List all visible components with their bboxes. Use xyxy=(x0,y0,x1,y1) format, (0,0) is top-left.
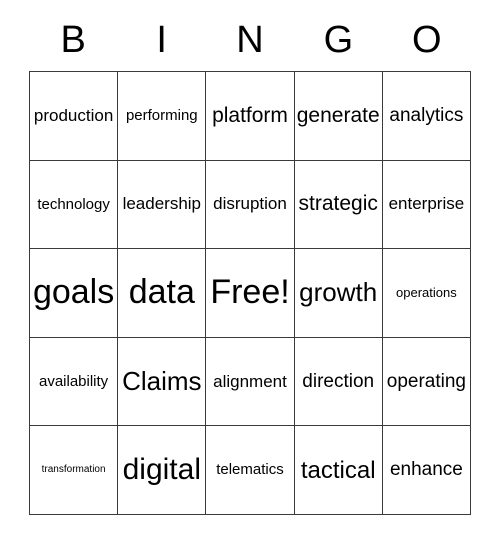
bingo-cell-i3[interactable]: data xyxy=(118,249,207,338)
bingo-cell-label: operations xyxy=(396,285,457,301)
bingo-cell-label: disruption xyxy=(213,194,287,214)
header-letter-i: I xyxy=(156,19,167,61)
bingo-cell-label: platform xyxy=(212,103,288,127)
bingo-cell-g2[interactable]: strategic xyxy=(294,160,383,250)
header-letter-n: N xyxy=(236,19,264,61)
bingo-cell-label: enhance xyxy=(389,459,463,481)
bingo-cell-label: operating xyxy=(386,370,466,392)
bingo-cell-b5[interactable]: transformation xyxy=(30,426,119,515)
bingo-cell-free-space[interactable]: Free! xyxy=(206,249,295,338)
bingo-cell-label: enterprise xyxy=(388,194,465,214)
bingo-cell-label: production xyxy=(33,105,114,125)
bingo-cell-g1[interactable]: generate xyxy=(294,72,383,161)
bingo-cell-label: growth xyxy=(299,277,378,308)
bingo-cell-g4[interactable]: direction xyxy=(294,337,383,427)
bingo-cell-g5[interactable]: tactical xyxy=(294,426,383,515)
bingo-header: B I N G O xyxy=(29,14,471,66)
bingo-cell-g3[interactable]: growth xyxy=(294,249,383,338)
bingo-cell-b1[interactable]: production xyxy=(30,72,119,161)
header-letter-b: B xyxy=(60,19,86,61)
header-letter-o: O xyxy=(412,19,442,61)
bingo-cell-label: data xyxy=(128,273,195,312)
bingo-cell-i5[interactable]: digital xyxy=(118,426,207,515)
bingo-cell-label: strategic xyxy=(298,192,378,216)
bingo-cell-label: alignment xyxy=(213,371,287,391)
bingo-cell-i1[interactable]: performing xyxy=(118,72,207,161)
bingo-cell-label: transformation xyxy=(41,463,106,475)
bingo-cell-o3[interactable]: operations xyxy=(382,249,471,338)
bingo-cell-n1[interactable]: platform xyxy=(206,72,295,161)
bingo-cell-label: direction xyxy=(302,370,375,392)
bingo-cell-n5[interactable]: telematics xyxy=(206,426,295,515)
bingo-cell-label: Claims xyxy=(122,365,202,396)
free-space-label: Free! xyxy=(210,273,290,312)
bingo-cell-b2[interactable]: technology xyxy=(30,160,119,250)
bingo-cell-o1[interactable]: analytics xyxy=(382,72,471,161)
bingo-cell-label: technology xyxy=(37,195,110,213)
bingo-cell-o5[interactable]: enhance xyxy=(382,426,471,515)
bingo-cell-label: tactical xyxy=(300,456,376,484)
bingo-cell-b3[interactable]: goals xyxy=(30,249,119,338)
bingo-grid: production performing platform generate … xyxy=(29,71,471,515)
bingo-cell-b4[interactable]: availability xyxy=(30,337,119,427)
bingo-card: B I N G O production performing platform… xyxy=(0,0,500,544)
bingo-cell-i2[interactable]: leadership xyxy=(118,160,207,250)
bingo-cell-label: goals xyxy=(32,273,115,312)
bingo-cell-label: generate xyxy=(296,103,380,127)
header-letter-g: G xyxy=(323,19,354,61)
bingo-cell-o4[interactable]: operating xyxy=(382,337,471,427)
bingo-cell-label: telematics xyxy=(216,461,284,479)
bingo-cell-label: analytics xyxy=(389,104,464,126)
bingo-cell-n2[interactable]: disruption xyxy=(206,160,295,250)
bingo-cell-label: availability xyxy=(38,372,109,390)
bingo-cell-label: leadership xyxy=(122,194,202,214)
bingo-cell-label: performing xyxy=(125,106,198,124)
bingo-cell-o2[interactable]: enterprise xyxy=(382,160,471,250)
bingo-cell-i4[interactable]: Claims xyxy=(118,337,207,427)
bingo-cell-n4[interactable]: alignment xyxy=(206,337,295,427)
bingo-cell-label: digital xyxy=(122,453,201,487)
